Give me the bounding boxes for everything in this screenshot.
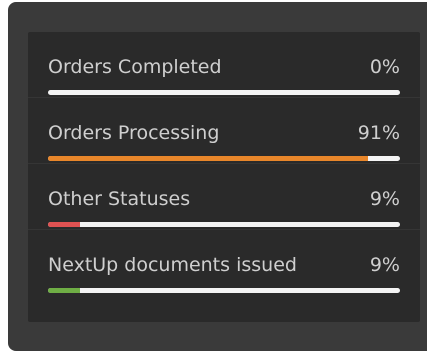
stat-percentage: 91% <box>357 122 400 144</box>
order-status-panel: Orders Completed 0% Orders Processing 91… <box>28 32 420 322</box>
stat-label: Orders Completed <box>48 56 222 78</box>
progress-bar-fill <box>48 156 369 161</box>
stat-percentage: 9% <box>369 188 400 210</box>
progress-bar <box>48 288 400 293</box>
progress-bar-fill <box>48 288 80 293</box>
stat-label: NextUp documents issued <box>48 254 297 276</box>
progress-bar <box>48 222 400 227</box>
stat-percentage: 0% <box>369 56 400 78</box>
stat-row-nextup-documents: NextUp documents issued 9% <box>28 230 420 296</box>
stat-label: Orders Processing <box>48 122 220 144</box>
progress-bar <box>48 90 400 95</box>
screenshot-frame: Orders Completed 0% Orders Processing 91… <box>0 0 427 351</box>
stat-row-other-statuses: Other Statuses 9% <box>28 164 420 230</box>
stat-row-orders-processing: Orders Processing 91% <box>28 98 420 164</box>
progress-bar <box>48 156 400 161</box>
stat-row-orders-completed: Orders Completed 0% <box>28 32 420 98</box>
stat-label: Other Statuses <box>48 188 191 210</box>
progress-bar-fill <box>48 222 80 227</box>
stat-percentage: 9% <box>369 254 400 276</box>
